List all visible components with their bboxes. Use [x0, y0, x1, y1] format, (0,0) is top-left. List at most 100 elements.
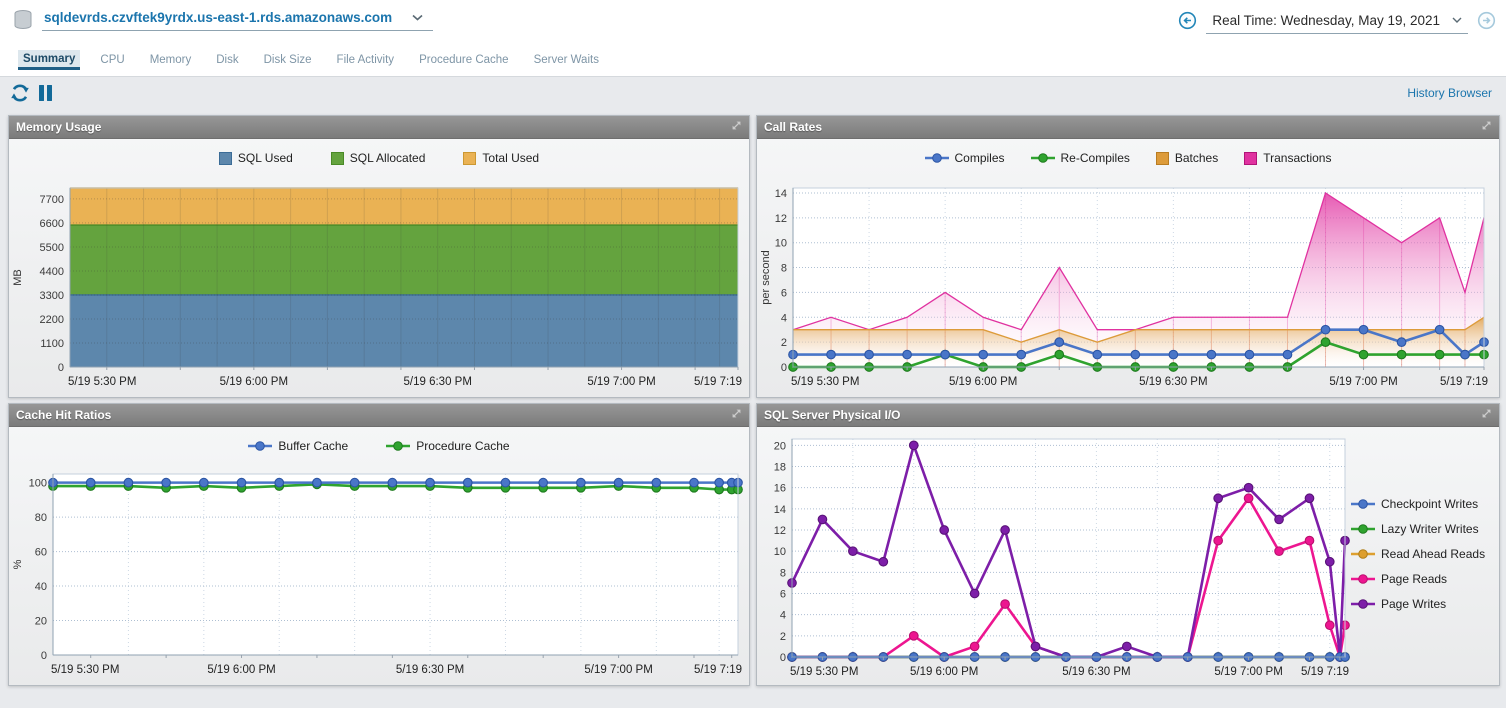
legend-item-checkpoint-writes[interactable]: Checkpoint Writes — [1351, 497, 1497, 511]
legend-swatch-linedot — [925, 152, 949, 164]
svg-text:5/19 7:00 PM: 5/19 7:00 PM — [1214, 666, 1282, 678]
legend-item-lazy-writer-writes[interactable]: Lazy Writer Writes — [1351, 522, 1497, 536]
time-range-selector[interactable]: Real Time: Wednesday, May 19, 2021 — [1206, 13, 1468, 34]
legend-item-transactions[interactable]: Transactions — [1244, 151, 1331, 165]
svg-text:14: 14 — [774, 504, 786, 516]
svg-text:3300: 3300 — [40, 290, 64, 302]
legend-swatch-linedot — [1351, 523, 1375, 535]
legend-item-buffer-cache[interactable]: Buffer Cache — [248, 439, 348, 453]
svg-text:5/19 6:00 PM: 5/19 6:00 PM — [207, 664, 275, 676]
panel-cache-hit-ratios: Cache Hit Ratios Buffer Cache Procedure C… — [8, 403, 750, 686]
tab-procedure-cache[interactable]: Procedure Cache — [414, 51, 514, 70]
cache-hit-ratios-chart: 0204060801005/19 5:30 PM5/19 6:00 PM5/19… — [9, 465, 747, 686]
expand-icon[interactable] — [1481, 406, 1492, 424]
svg-text:80: 80 — [35, 512, 47, 524]
svg-text:20: 20 — [774, 440, 786, 452]
legend-item-read-ahead-reads[interactable]: Read Ahead Reads — [1351, 547, 1497, 561]
tab-cpu[interactable]: CPU — [95, 51, 129, 70]
database-icon — [12, 9, 34, 35]
legend-cache-hit-ratios: Buffer Cache Procedure Cache — [9, 427, 749, 465]
svg-text:5500: 5500 — [40, 242, 64, 254]
svg-text:7700: 7700 — [40, 194, 64, 206]
svg-text:100: 100 — [29, 478, 47, 490]
svg-text:40: 40 — [35, 581, 47, 593]
tab-file-activity[interactable]: File Activity — [332, 51, 400, 70]
chevron-down-icon — [1452, 17, 1462, 23]
refresh-button[interactable] — [10, 83, 30, 108]
time-forward-button[interactable] — [1477, 11, 1496, 35]
svg-text:5/19 6:00 PM: 5/19 6:00 PM — [910, 666, 978, 678]
svg-text:4: 4 — [781, 312, 787, 324]
legend-swatch-linedot — [1031, 152, 1055, 164]
svg-text:MB: MB — [12, 269, 24, 286]
pause-button[interactable] — [37, 83, 54, 108]
legend-label: Total Used — [482, 151, 539, 165]
panel-header-sql-server-physical-io[interactable]: SQL Server Physical I/O — [757, 404, 1499, 427]
svg-text:5/19 5:30 PM: 5/19 5:30 PM — [51, 664, 119, 676]
legend-label: SQL Used — [238, 151, 293, 165]
legend-swatch-square — [331, 152, 344, 165]
legend-item-compiles[interactable]: Compiles — [925, 151, 1005, 165]
legend-label: Batches — [1175, 151, 1218, 165]
expand-icon[interactable] — [731, 118, 742, 136]
legend-item-page-reads[interactable]: Page Reads — [1351, 572, 1497, 586]
legend-item-total-used[interactable]: Total Used — [463, 151, 539, 165]
svg-text:0: 0 — [781, 362, 787, 374]
panel-sql-server-physical-io: SQL Server Physical I/O 0246810121416182… — [756, 403, 1500, 686]
svg-text:18: 18 — [774, 462, 786, 474]
legend-item-procedure-cache[interactable]: Procedure Cache — [386, 439, 509, 453]
expand-icon[interactable] — [731, 406, 742, 424]
tab-summary[interactable]: Summary — [18, 50, 80, 70]
svg-text:5/19 6:00 PM: 5/19 6:00 PM — [949, 376, 1017, 388]
svg-text:14: 14 — [775, 188, 787, 200]
legend-item-re-compiles[interactable]: Re-Compiles — [1031, 151, 1130, 165]
legend-swatch-square — [1156, 152, 1169, 165]
tab-server-waits[interactable]: Server Waits — [529, 51, 604, 70]
legend-label: Read Ahead Reads — [1381, 547, 1485, 561]
panel-header-call-rates[interactable]: Call Rates — [757, 116, 1499, 139]
time-back-button[interactable] — [1178, 11, 1197, 35]
panel-memory-usage: Memory Usage SQL Used SQL Allocated Total … — [8, 115, 750, 398]
svg-text:5/19 5:30 PM: 5/19 5:30 PM — [790, 666, 858, 678]
svg-text:16: 16 — [774, 483, 786, 495]
legend-item-page-writes[interactable]: Page Writes — [1351, 597, 1497, 611]
call-rates-chart: 024681012145/19 5:30 PM5/19 6:00 PM5/19 … — [757, 177, 1497, 398]
legend-label: Procedure Cache — [416, 439, 509, 453]
server-selector[interactable]: sqldevrds.czvftek9yrdx.us-east-1.rds.ama… — [42, 10, 433, 31]
tab-memory[interactable]: Memory — [145, 51, 197, 70]
svg-text:5/19 6:30 PM: 5/19 6:30 PM — [404, 376, 472, 388]
legend-item-sql-used[interactable]: SQL Used — [219, 151, 293, 165]
panel-title: SQL Server Physical I/O — [764, 408, 901, 422]
svg-text:0: 0 — [58, 362, 64, 374]
legend-memory-usage: SQL Used SQL Allocated Total Used — [9, 139, 749, 177]
expand-icon[interactable] — [1481, 118, 1492, 136]
svg-text:5/19 7:00 PM: 5/19 7:00 PM — [584, 664, 652, 676]
panel-header-memory-usage[interactable]: Memory Usage — [9, 116, 749, 139]
svg-text:5/19 6:30 PM: 5/19 6:30 PM — [1062, 666, 1130, 678]
memory-usage-chart: 011002200330044005500660077005/19 5:30 P… — [9, 177, 747, 398]
legend-swatch-linedot — [1351, 498, 1375, 510]
panel-header-cache-hit-ratios[interactable]: Cache Hit Ratios — [9, 404, 749, 427]
svg-text:%: % — [12, 559, 24, 569]
svg-text:12: 12 — [775, 213, 787, 225]
svg-text:8: 8 — [780, 567, 786, 579]
svg-text:10: 10 — [774, 546, 786, 558]
tab-disk[interactable]: Disk — [211, 51, 243, 70]
server-name-link[interactable]: sqldevrds.czvftek9yrdx.us-east-1.rds.ama… — [44, 10, 392, 25]
legend-swatch-square — [463, 152, 476, 165]
legend-label: Lazy Writer Writes — [1381, 522, 1479, 536]
legend-item-batches[interactable]: Batches — [1156, 151, 1218, 165]
time-navigation: Real Time: Wednesday, May 19, 2021 — [1178, 11, 1496, 35]
svg-text:0: 0 — [780, 652, 786, 664]
legend-item-sql-allocated[interactable]: SQL Allocated — [331, 151, 426, 165]
history-browser-link[interactable]: History Browser — [1407, 86, 1492, 100]
svg-text:5/19 7:00 PM: 5/19 7:00 PM — [1329, 376, 1397, 388]
realtime-label: Real Time: Wednesday, May 19, 2021 — [1212, 13, 1440, 28]
physical-io-chart: 024681012141618205/19 5:30 PM5/19 6:00 P… — [757, 427, 1351, 686]
tab-disk-size[interactable]: Disk Size — [259, 51, 317, 70]
panel-title: Call Rates — [764, 120, 822, 134]
legend-label: Checkpoint Writes — [1381, 497, 1478, 511]
legend-label: Page Writes — [1381, 597, 1446, 611]
svg-text:12: 12 — [774, 525, 786, 537]
svg-text:8: 8 — [781, 263, 787, 275]
